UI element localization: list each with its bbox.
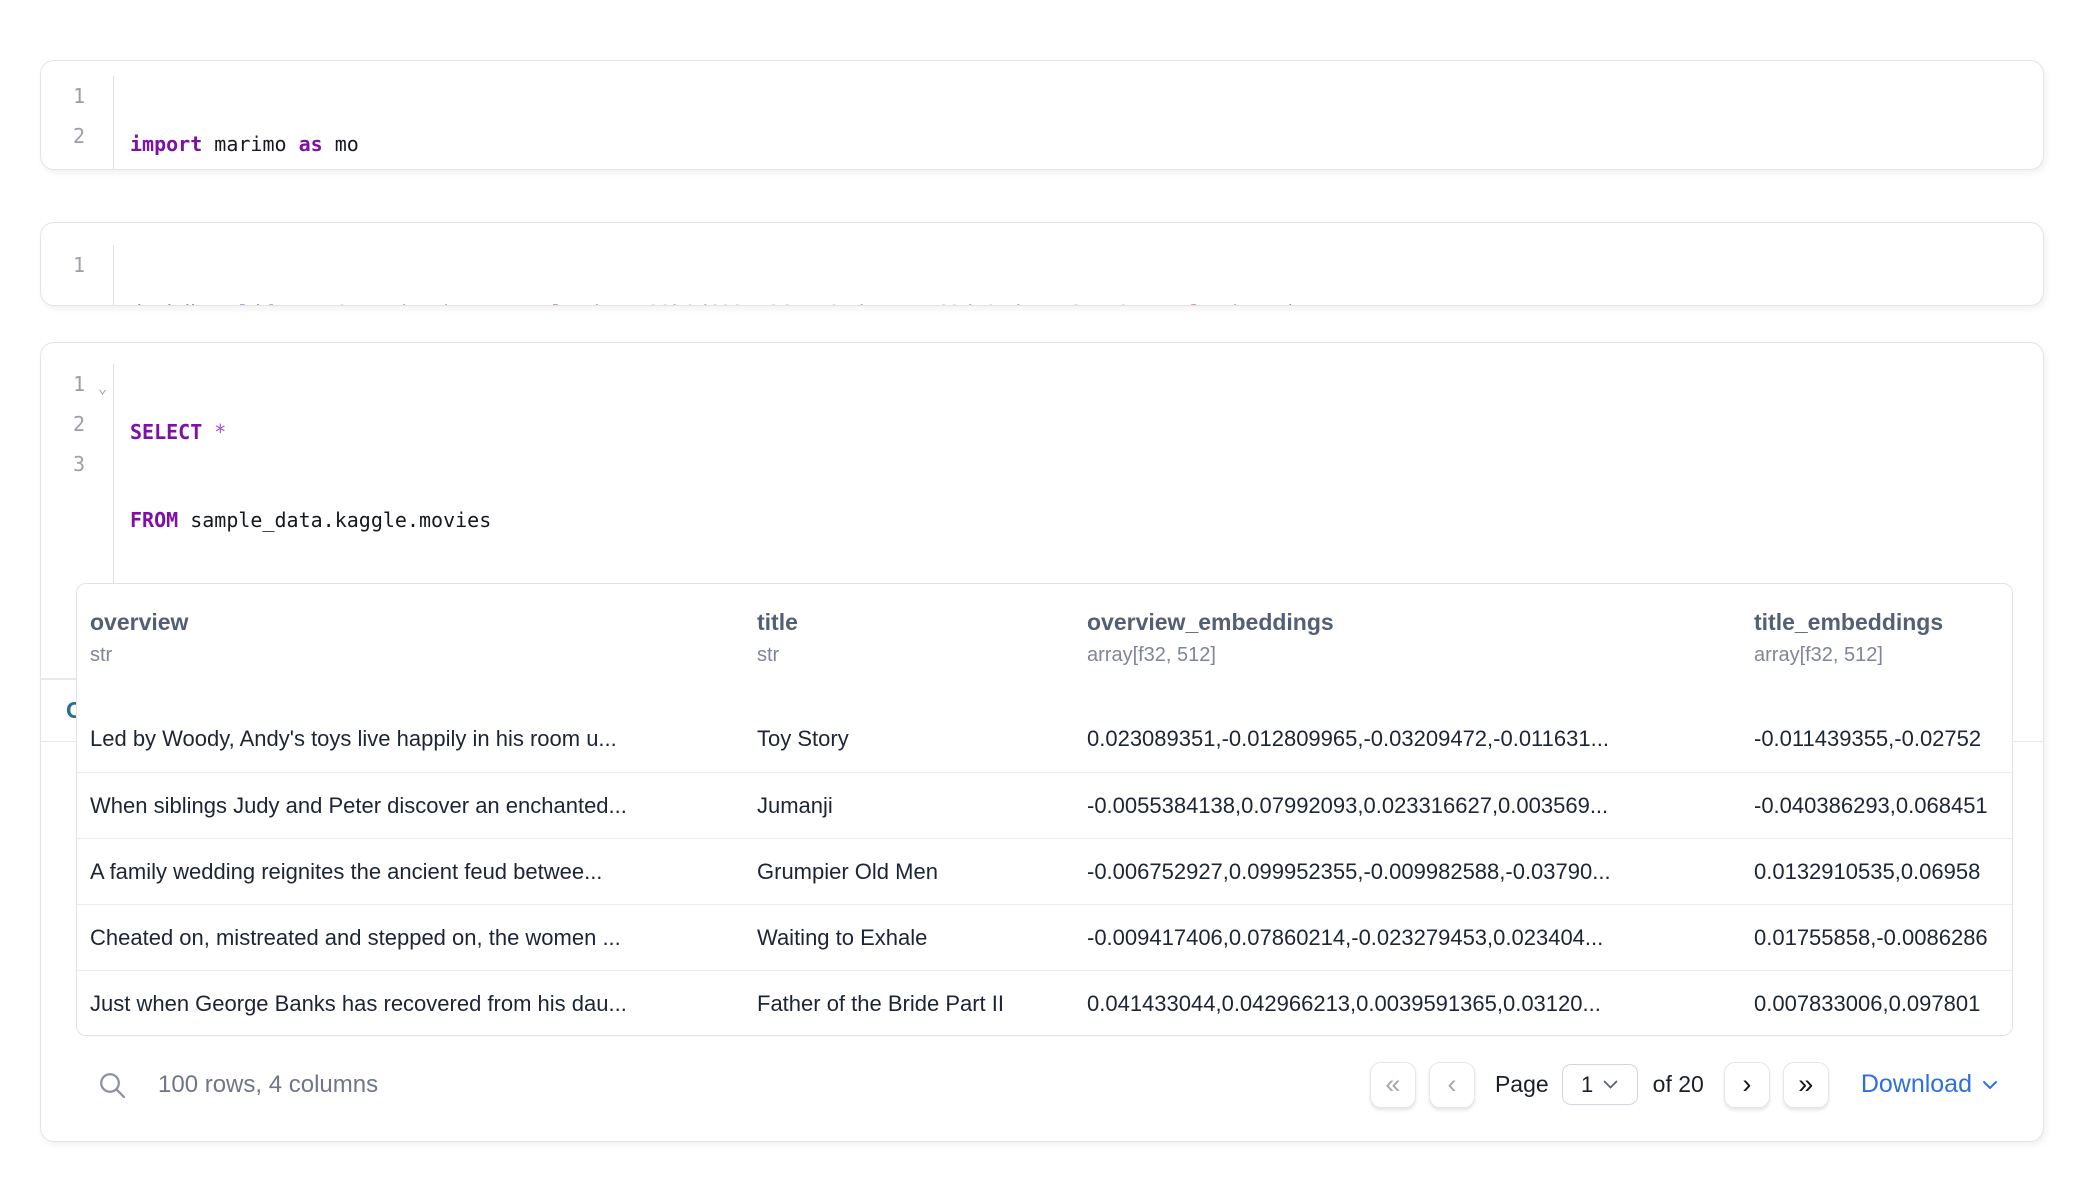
cell-title-embeddings: 0.0132910535,0.06958 xyxy=(1741,859,2012,885)
last-page-button[interactable]: » xyxy=(1783,1062,1829,1108)
cell-title: Grumpier Old Men xyxy=(744,859,1074,885)
cell-title: Toy Story xyxy=(744,726,1074,752)
code-editor[interactable]: import marimo as mo import duckdb xyxy=(114,76,359,170)
page-number-value: 1 xyxy=(1581,1072,1593,1098)
cell-title-embeddings: -0.040386293,0.068451 xyxy=(1741,793,2012,819)
download-label: Download xyxy=(1861,1070,1972,1099)
column-name: overview xyxy=(77,609,744,636)
code-token: ) xyxy=(1286,301,1298,306)
column-type: array[f32, 512] xyxy=(1074,644,1741,667)
keyword-token: import xyxy=(130,132,202,156)
table-row[interactable]: Led by Woody, Andy's toys live happily i… xyxy=(77,706,2012,772)
cell-title: Waiting to Exhale xyxy=(744,925,1074,951)
cell-overview: Just when George Banks has recovered fro… xyxy=(77,991,744,1017)
string-prefix-token: f xyxy=(262,301,274,306)
table-row[interactable]: Cheated on, mistreated and stepped on, t… xyxy=(77,904,2012,970)
column-header-overview-embeddings[interactable]: overview_embeddings array[f32, 512] xyxy=(1074,609,1741,706)
line-number: 1 xyxy=(41,245,113,285)
row-count-summary: 100 rows, 4 columns xyxy=(158,1071,1370,1099)
cell-overview: Led by Woody, Andy's toys live happily i… xyxy=(77,726,744,752)
line-number-gutter: 1 xyxy=(41,245,114,306)
column-header-title-embeddings[interactable]: title_embeddings array[f32, 512] xyxy=(1741,609,2012,706)
code-cell-attach[interactable]: 1 duckdb.sql(f"ATTACH 'md:_share/sample_… xyxy=(40,222,2044,306)
table-footer: 100 rows, 4 columns « ‹ Page 1 of 20 › »… xyxy=(41,1034,2043,1141)
cell-title-embeddings: -0.011439355,-0.02752 xyxy=(1741,726,2012,752)
search-icon[interactable] xyxy=(96,1069,128,1101)
line-number-gutter: 1 2 xyxy=(41,76,114,170)
line-number: 2 xyxy=(41,116,113,156)
line-number: 2 xyxy=(41,404,113,444)
cell-title-embeddings: 0.01755858,-0.0086286 xyxy=(1741,925,2012,951)
page-label: Page xyxy=(1495,1071,1549,1098)
column-type: array[f32, 512] xyxy=(1741,644,2012,667)
code-line: SELECT * xyxy=(130,412,491,452)
code-line: import marimo as mo xyxy=(130,124,359,164)
first-page-button[interactable]: « xyxy=(1370,1062,1416,1108)
table-header-row: overview str title str overview_embeddin… xyxy=(77,584,2012,706)
code-token: marimo xyxy=(202,132,298,156)
cell-overview-embeddings: -0.0055384138,0.07992093,0.023316627,0.0… xyxy=(1074,793,1741,819)
column-header-title[interactable]: title str xyxy=(744,609,1074,706)
page-number-select[interactable]: 1 xyxy=(1562,1064,1638,1105)
code-line: duckdb.sql(f"ATTACH 'md:_share/sample_da… xyxy=(130,293,1298,306)
table-row[interactable]: A family wedding reignites the ancient f… xyxy=(77,838,2012,904)
table-row[interactable]: When siblings Judy and Peter discover an… xyxy=(77,772,2012,838)
keyword-token: SELECT xyxy=(130,420,202,444)
chevron-down-icon xyxy=(1982,1080,1998,1090)
cell-overview: When siblings Judy and Peter discover an… xyxy=(77,793,744,819)
column-name: overview_embeddings xyxy=(1074,609,1741,636)
previous-page-button[interactable]: ‹ xyxy=(1429,1062,1475,1108)
line-number: 3 xyxy=(41,444,113,484)
column-type: str xyxy=(744,644,1074,667)
function-token: sql xyxy=(214,301,250,306)
column-type: str xyxy=(77,644,744,667)
code-line: FROM sample_data.kaggle.movies xyxy=(130,500,491,540)
code-token: mo xyxy=(323,132,359,156)
code-token: duckdb xyxy=(130,301,202,306)
operator-token: . xyxy=(202,301,214,306)
cell-title: Jumanji xyxy=(744,793,1074,819)
code-cell-imports[interactable]: 1 2 import marimo as mo import duckdb xyxy=(40,60,2044,170)
column-header-overview[interactable]: overview str xyxy=(77,609,744,706)
wildcard-token: * xyxy=(214,420,226,444)
cell-overview-embeddings: 0.023089351,-0.012809965,-0.03209472,-0.… xyxy=(1074,726,1741,752)
keyword-token: FROM xyxy=(130,508,178,532)
line-number: 1 xyxy=(41,76,113,116)
cell-title-embeddings: 0.007833006,0.097801 xyxy=(1741,991,2012,1017)
cell-overview-embeddings: -0.006752927,0.099952355,-0.009982588,-0… xyxy=(1074,859,1741,885)
cell-overview: Cheated on, mistreated and stepped on, t… xyxy=(77,925,744,951)
code-token xyxy=(202,420,214,444)
chevron-down-icon[interactable]: ⌄ xyxy=(98,368,107,408)
line-number: 1⌄ xyxy=(41,364,113,404)
column-name: title xyxy=(744,609,1074,636)
results-table: overview str title str overview_embeddin… xyxy=(76,583,2013,1036)
string-token: "ATTACH 'md:_share/sample_data/23b0d623-… xyxy=(275,301,1286,306)
cell-title: Father of the Bride Part II xyxy=(744,991,1074,1017)
sql-cell: 1⌄ 2 3 SELECT * FROM sample_data.kaggle.… xyxy=(40,342,2044,1142)
cell-overview-embeddings: 0.041433044,0.042966213,0.0039591365,0.0… xyxy=(1074,991,1741,1017)
cell-overview: A family wedding reignites the ancient f… xyxy=(77,859,744,885)
pagination: « ‹ Page 1 of 20 › » Download xyxy=(1370,1062,1998,1108)
code-token: sample_data.kaggle.movies xyxy=(178,508,491,532)
total-pages-label: of 20 xyxy=(1653,1071,1704,1098)
column-name: title_embeddings xyxy=(1741,609,2012,636)
download-button[interactable]: Download xyxy=(1861,1070,1998,1099)
table-row[interactable]: Just when George Banks has recovered fro… xyxy=(77,970,2012,1036)
next-page-button[interactable]: › xyxy=(1724,1062,1770,1108)
code-editor[interactable]: duckdb.sql(f"ATTACH 'md:_share/sample_da… xyxy=(114,245,1298,306)
chevron-down-icon xyxy=(1603,1080,1618,1089)
keyword-token: as xyxy=(299,132,323,156)
code-token: ( xyxy=(250,301,262,306)
cell-overview-embeddings: -0.009417406,0.07860214,-0.023279453,0.0… xyxy=(1074,925,1741,951)
